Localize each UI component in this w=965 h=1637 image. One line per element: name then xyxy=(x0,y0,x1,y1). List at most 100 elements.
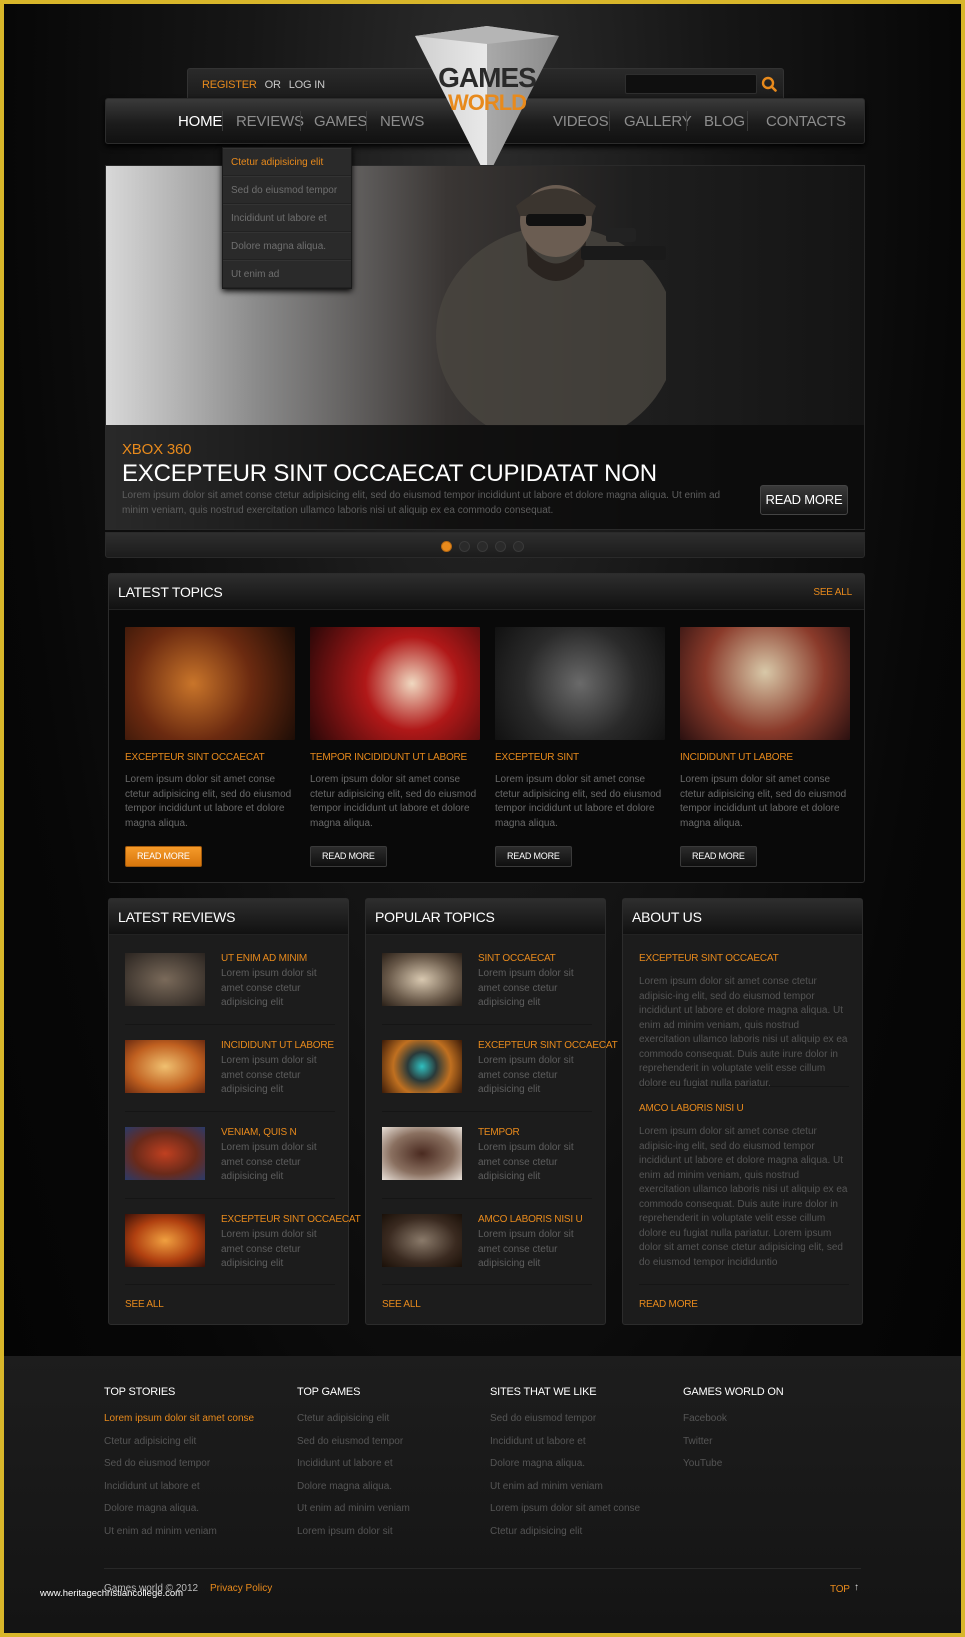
list-item: EXCEPTEUR SINT OCCAECAT Lorem ipsum dolo… xyxy=(125,1214,361,1284)
topic-title[interactable]: EXCEPTEUR SINT OCCAECAT xyxy=(125,752,295,763)
item-image[interactable] xyxy=(382,1214,462,1267)
slide-dot[interactable] xyxy=(495,541,506,552)
dropdown-item[interactable]: Ut enim ad xyxy=(223,260,351,288)
item-text: Lorem ipsum dolor sit amet conse ctetur … xyxy=(478,1142,574,1182)
item-title[interactable]: SINT OCCAECAT xyxy=(478,953,556,964)
arrow-up-icon[interactable]: ↑ xyxy=(854,1582,859,1593)
login-link[interactable]: LOG IN xyxy=(289,79,325,91)
list-item: EXCEPTEUR SINT OCCAECAT Lorem ipsum dolo… xyxy=(382,1040,618,1110)
search-button[interactable] xyxy=(759,74,779,94)
dropdown-item[interactable]: Sed do eiusmod tempor xyxy=(223,176,351,204)
footer-link[interactable]: Ut enim ad minim veniam xyxy=(490,1476,640,1499)
topic-image[interactable] xyxy=(125,627,295,740)
search-input[interactable] xyxy=(625,74,757,94)
slide-dot[interactable] xyxy=(477,541,488,552)
nav-gallery[interactable]: GALLERY xyxy=(624,113,692,130)
nav-contacts[interactable]: CONTACTS xyxy=(766,113,846,130)
item-image[interactable] xyxy=(382,953,462,1006)
slide-dot[interactable] xyxy=(459,541,470,552)
footer-link[interactable]: Dolore magna aliqua. xyxy=(490,1453,640,1476)
footer-link[interactable]: Lorem ipsum dolor sit amet conse xyxy=(104,1408,254,1431)
item-text: Lorem ipsum dolor sit amet conse ctetur … xyxy=(478,1055,574,1095)
register-link[interactable]: REGISTER xyxy=(202,79,257,91)
item-image[interactable] xyxy=(382,1127,462,1180)
popular-topics-panel: POPULAR TOPICS SINT OCCAECAT Lorem ipsum… xyxy=(365,898,618,1325)
footer-link[interactable]: Ut enim ad minim veniam xyxy=(297,1498,410,1521)
nav-home[interactable]: HOME xyxy=(178,113,222,130)
footer-link[interactable]: Incididunt ut labore et xyxy=(104,1476,254,1499)
or-label: OR xyxy=(264,79,281,91)
footer-link[interactable]: Ctetur adipisicing elit xyxy=(297,1408,410,1431)
topic-image[interactable] xyxy=(680,627,850,740)
footer-link-youtube[interactable]: YouTube xyxy=(683,1453,784,1476)
logo-text-world: WORLD xyxy=(447,90,527,115)
see-all-link[interactable]: SEE ALL xyxy=(125,1299,164,1310)
nav-reviews[interactable]: REVIEWS xyxy=(236,113,304,130)
hero-slider[interactable]: XBOX 360 EXCEPTEUR SINT OCCAECAT CUPIDAT… xyxy=(105,165,865,530)
see-all-link[interactable]: SEE ALL xyxy=(382,1299,421,1310)
item-title[interactable]: TEMPOR xyxy=(478,1127,520,1138)
slide-dot[interactable] xyxy=(441,541,452,552)
footer-column-social: GAMES WORLD ON Facebook Twitter YouTube xyxy=(683,1386,784,1476)
item-image[interactable] xyxy=(382,1040,462,1093)
item-image[interactable] xyxy=(125,1214,205,1267)
footer-link[interactable]: Dolore magna aliqua. xyxy=(297,1476,410,1499)
footer-link[interactable]: Dolore magna aliqua. xyxy=(104,1498,254,1521)
privacy-policy-link[interactable]: Privacy Policy xyxy=(210,1583,272,1594)
footer-link[interactable]: Incididunt ut labore et xyxy=(490,1431,640,1454)
dropdown-item[interactable]: Incididunt ut labore et xyxy=(223,204,351,232)
slide-title: EXCEPTEUR SINT OCCAECAT CUPIDATAT NON xyxy=(122,460,657,487)
footer-link-facebook[interactable]: Facebook xyxy=(683,1408,784,1431)
item-title[interactable]: VENIAM, QUIS N xyxy=(221,1127,297,1138)
topic-title[interactable]: EXCEPTEUR SINT xyxy=(495,752,665,763)
topic-card: INCIDIDUNT UT LABORE Lorem ipsum dolor s… xyxy=(680,627,850,867)
footer-heading: GAMES WORLD ON xyxy=(683,1386,784,1398)
topic-card: EXCEPTEUR SINT OCCAECAT Lorem ipsum dolo… xyxy=(125,627,295,867)
topic-image[interactable] xyxy=(495,627,665,740)
nav-games[interactable]: GAMES xyxy=(314,113,367,130)
footer-link[interactable]: Sed do eiusmod tempor xyxy=(104,1453,254,1476)
footer-link[interactable]: Ctetur adipisicing elit xyxy=(490,1521,640,1544)
logo[interactable]: GAMES WORLD xyxy=(413,26,561,181)
item-title[interactable]: EXCEPTEUR SINT OCCAECAT xyxy=(221,1214,361,1225)
page: REGISTER OR LOG IN HOME REVIEWS GAMES NE… xyxy=(4,4,961,1633)
slide-read-more-button[interactable]: READ MORE xyxy=(760,485,848,515)
footer-link[interactable]: Ut enim ad minim veniam xyxy=(104,1521,254,1544)
topic-title[interactable]: INCIDIDUNT UT LABORE xyxy=(680,752,850,763)
footer-link[interactable]: Sed do eiusmod tempor xyxy=(490,1408,640,1431)
topic-title[interactable]: TEMPOR INCIDIDUNT UT LABORE xyxy=(310,752,480,763)
footer-link[interactable]: Sed do eiusmod tempor xyxy=(297,1431,410,1454)
item-image[interactable] xyxy=(125,1040,205,1093)
item-image[interactable] xyxy=(125,953,205,1006)
nav-separator xyxy=(300,111,301,131)
nav-videos[interactable]: VIDEOS xyxy=(553,113,609,130)
dropdown-item[interactable]: Ctetur adipisicing elit xyxy=(223,148,351,176)
divider xyxy=(382,1198,592,1199)
footer-link[interactable]: Lorem ipsum dolor sit amet conse xyxy=(490,1498,640,1521)
read-more-button[interactable]: READ MORE xyxy=(680,846,757,867)
dropdown-item[interactable]: Dolore magna aliqua. xyxy=(223,232,351,260)
item-title[interactable]: AMCO LABORIS NISI U xyxy=(478,1214,583,1225)
read-more-button[interactable]: READ MORE xyxy=(125,846,202,867)
item-title[interactable]: UT ENIM AD MINIM xyxy=(221,953,307,964)
divider xyxy=(125,1198,335,1199)
read-more-link[interactable]: READ MORE xyxy=(639,1299,698,1310)
footer-link-twitter[interactable]: Twitter xyxy=(683,1431,784,1454)
back-to-top-link[interactable]: TOP xyxy=(830,1584,850,1595)
item-title[interactable]: EXCEPTEUR SINT OCCAECAT xyxy=(478,1040,618,1051)
topic-image[interactable] xyxy=(310,627,480,740)
topic-text: Lorem ipsum dolor sit amet conse ctetur … xyxy=(310,774,477,829)
item-title[interactable]: INCIDIDUNT UT LABORE xyxy=(221,1040,334,1051)
list-item: AMCO LABORIS NISI U Lorem ipsum dolor si… xyxy=(382,1214,592,1284)
see-all-link[interactable]: SEE ALL xyxy=(813,587,852,598)
footer-link[interactable]: Lorem ipsum dolor sit xyxy=(297,1521,410,1544)
footer-link[interactable]: Ctetur adipisicing elit xyxy=(104,1431,254,1454)
nav-separator xyxy=(609,111,610,131)
footer-link[interactable]: Incididunt ut labore et xyxy=(297,1453,410,1476)
divider xyxy=(382,1284,592,1285)
read-more-button[interactable]: READ MORE xyxy=(495,846,572,867)
read-more-button[interactable]: READ MORE xyxy=(310,846,387,867)
nav-blog[interactable]: BLOG xyxy=(704,113,745,130)
slide-dot[interactable] xyxy=(513,541,524,552)
item-image[interactable] xyxy=(125,1127,205,1180)
